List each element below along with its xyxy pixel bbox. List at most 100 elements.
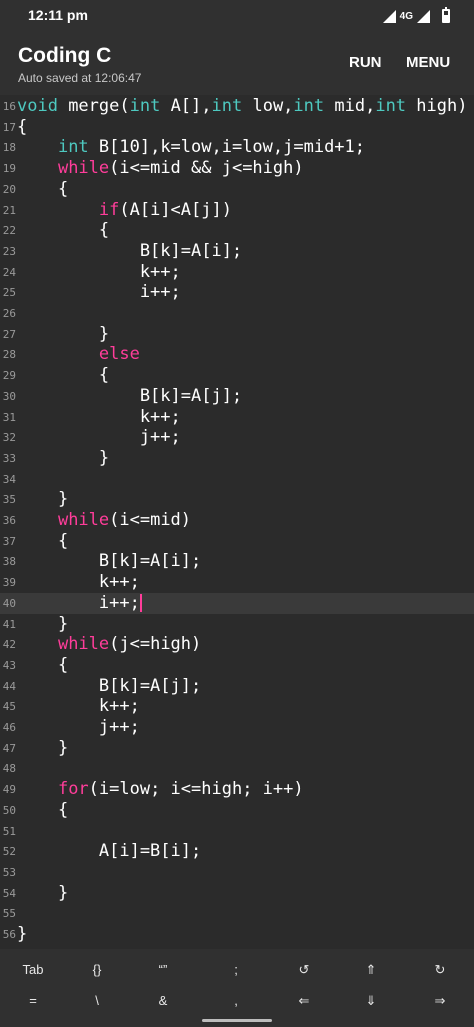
- code-text: k++;: [17, 262, 181, 283]
- code-line[interactable]: 51: [0, 821, 474, 842]
- code-line[interactable]: 22 {: [0, 220, 474, 241]
- line-number: 37: [2, 534, 16, 548]
- code-line[interactable]: 47 }: [0, 738, 474, 759]
- code-line[interactable]: 33 }: [0, 448, 474, 469]
- code-line[interactable]: 32 j++;: [0, 427, 474, 448]
- code-editor[interactable]: 16 void merge(int A[],int low,int mid,int…: [0, 95, 474, 949]
- line-number: 56: [2, 928, 16, 941]
- code-text: if(A[i]<A[j]): [17, 200, 232, 221]
- semicolon-key[interactable]: ;: [206, 957, 266, 983]
- code-line[interactable]: 54 }: [0, 883, 474, 904]
- code-text: else: [17, 344, 140, 365]
- arrow-up-icon[interactable]: ⇑: [341, 957, 401, 983]
- braces-key[interactable]: {}: [67, 957, 127, 983]
- code-line[interactable]: 20 {: [0, 179, 474, 200]
- code-line[interactable]: 39 k++;: [0, 572, 474, 593]
- code-line[interactable]: 38 B[k]=A[i];: [0, 551, 474, 572]
- code-token: B[k]=A[j];: [17, 675, 202, 696]
- code-token: {: [17, 365, 110, 386]
- status-icons: 4G: [382, 7, 450, 24]
- code-text: B[k]=A[i];: [17, 551, 201, 572]
- line-number: 34: [2, 472, 16, 486]
- code-line[interactable]: 48: [0, 758, 474, 779]
- code-line[interactable]: 26: [0, 303, 474, 324]
- code-line[interactable]: 24 k++;: [0, 262, 474, 283]
- undo-icon[interactable]: ↺: [274, 957, 334, 983]
- code-line[interactable]: 49 for(i=low; i<=high; i++): [0, 779, 474, 800]
- code-line[interactable]: 43 {: [0, 655, 474, 676]
- line-number: 25: [2, 286, 16, 300]
- ampersand-key[interactable]: &: [133, 988, 193, 1014]
- code-line[interactable]: 34: [0, 469, 474, 490]
- code-token: j++;: [17, 427, 181, 448]
- code-line[interactable]: 30 B[k]=A[j];: [0, 386, 474, 407]
- code-line[interactable]: 46 j++;: [0, 717, 474, 738]
- code-line[interactable]: 44 B[k]=A[j];: [0, 676, 474, 697]
- code-token: }: [17, 613, 69, 634]
- line-number: 24: [2, 265, 16, 279]
- code-line[interactable]: 41 }: [0, 614, 474, 635]
- code-line[interactable]: 35 }: [0, 489, 474, 510]
- code-line[interactable]: 28 else: [0, 344, 474, 365]
- tab-key[interactable]: Tab: [3, 957, 63, 983]
- line-number: 55: [2, 907, 16, 921]
- run-button[interactable]: RUN: [349, 54, 382, 71]
- code-token: }: [17, 737, 69, 758]
- code-line[interactable]: 16 void merge(int A[],int low,int mid,int…: [0, 96, 474, 117]
- keyword-token: int: [211, 96, 243, 116]
- code-text: {: [17, 117, 27, 138]
- line-number: 39: [2, 576, 16, 590]
- code-token: low,: [242, 96, 294, 116]
- code-line[interactable]: 45 k++;: [0, 696, 474, 717]
- code-line[interactable]: 50 {: [0, 800, 474, 821]
- control-token: while: [57, 634, 110, 655]
- code-text: }: [17, 448, 109, 469]
- code-line[interactable]: 25 i++;: [0, 282, 474, 303]
- equals-key[interactable]: =: [3, 988, 63, 1014]
- arrow-down-icon[interactable]: ⇓: [341, 988, 401, 1014]
- code-token: B[k]=A[i];: [17, 551, 202, 572]
- code-line[interactable]: 19 while(i<=mid && j<=high): [0, 158, 474, 179]
- arrow-left-icon[interactable]: ⇐: [274, 988, 334, 1014]
- code-line[interactable]: 55: [0, 903, 474, 924]
- arrow-right-icon[interactable]: ⇒: [410, 988, 470, 1014]
- line-number: 50: [2, 803, 16, 817]
- code-line[interactable]: 31 k++;: [0, 407, 474, 428]
- redo-icon[interactable]: ↻: [410, 957, 470, 983]
- code-line[interactable]: 53: [0, 862, 474, 883]
- code-line[interactable]: 17{: [0, 117, 474, 138]
- line-number: 17: [2, 120, 16, 134]
- line-number: 45: [2, 700, 16, 714]
- code-text: j++;: [17, 717, 140, 738]
- code-line[interactable]: 40 i++;: [0, 592, 474, 614]
- code-line[interactable]: 42 while(j<=high): [0, 634, 474, 655]
- comma-key[interactable]: ,: [206, 988, 266, 1014]
- line-number: 23: [2, 244, 16, 258]
- code-line[interactable]: 37 {: [0, 531, 474, 552]
- menu-button[interactable]: MENU: [406, 54, 450, 71]
- code-line[interactable]: 18 int B[10],k=low,i=low,j=mid+1;: [0, 137, 474, 158]
- control-token: while: [57, 510, 110, 530]
- code-text: }: [17, 738, 68, 759]
- code-token: {: [17, 116, 28, 137]
- code-line[interactable]: 56}: [0, 924, 474, 945]
- code-token: {: [17, 178, 69, 199]
- code-line[interactable]: 23 B[k]=A[i];: [0, 241, 474, 262]
- code-line[interactable]: 27 }: [0, 324, 474, 345]
- code-token: (i<=mid): [109, 510, 192, 530]
- quotes-key[interactable]: “”: [133, 957, 193, 983]
- code-text: }: [17, 489, 68, 510]
- code-line[interactable]: 36 while(i<=mid): [0, 510, 474, 531]
- line-number: 52: [2, 845, 16, 859]
- line-number: 27: [2, 327, 16, 341]
- code-line[interactable]: 21 if(A[i]<A[j]): [0, 200, 474, 221]
- line-number: 28: [2, 348, 16, 362]
- status-bar: 12:11 pm 4G: [0, 0, 474, 32]
- code-line[interactable]: 29 {: [0, 365, 474, 386]
- code-token: B[k]=A[j];: [17, 385, 243, 406]
- code-line[interactable]: 52 A[i]=B[i];: [0, 841, 474, 862]
- code-text: {: [17, 531, 68, 552]
- app-bar: Coding C Auto saved at 12:06:47 RUN MENU: [0, 32, 474, 95]
- code-text: int B[10],k=low,i=low,j=mid+1;: [17, 137, 365, 158]
- backslash-key[interactable]: \: [67, 988, 127, 1014]
